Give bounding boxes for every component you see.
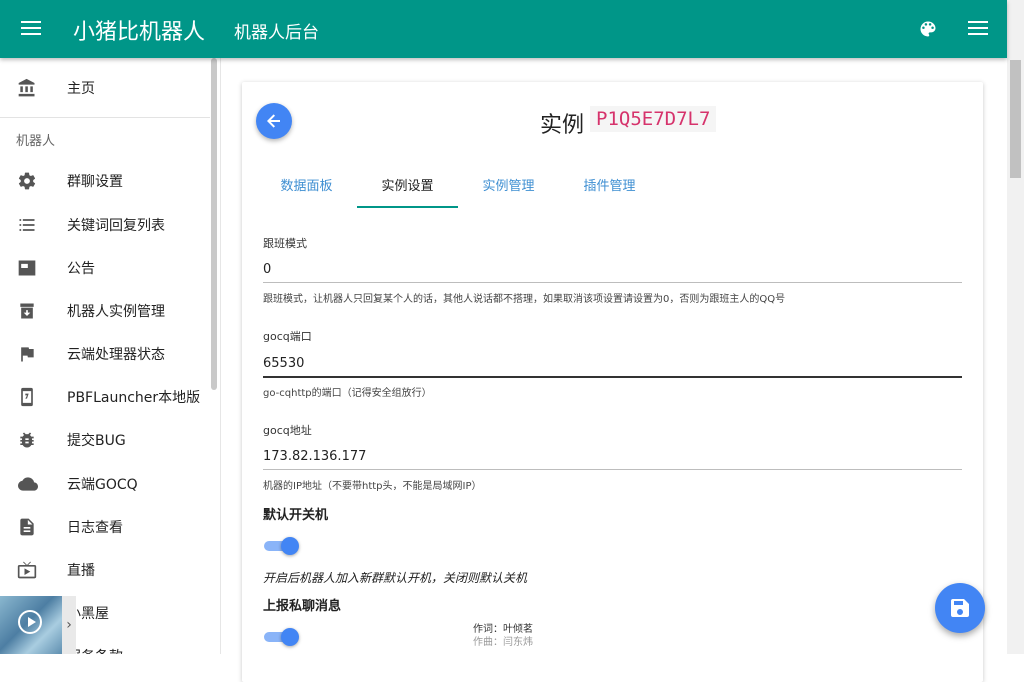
default-power-title: 默认开关机 <box>263 508 329 523</box>
media-player-thumbnail[interactable] <box>0 596 62 654</box>
menu-icon[interactable] <box>21 18 41 38</box>
app-bar: 小猪比机器人 机器人后台 <box>0 0 1007 58</box>
sidebar-item-label: 群聊设置 <box>67 174 123 190</box>
sidebar-item-keyword-replies[interactable]: 关键词回复列表 <box>0 203 210 246</box>
sidebar-divider <box>0 117 210 118</box>
gocq-port-hint: go-cqhttp的端口（记得安全组放行） <box>263 388 432 399</box>
sidebar-item-label: 公告 <box>67 261 95 277</box>
sidebar-item-live[interactable]: 直播 <box>0 548 210 591</box>
sidebar-item-label: 直播 <box>67 563 95 579</box>
bug-icon <box>17 430 37 450</box>
page-scrollbar[interactable] <box>1007 0 1024 654</box>
cloud-icon <box>17 474 38 494</box>
sidebar-item-cloud-processor[interactable]: 云端处理器状态 <box>0 332 210 375</box>
options-menu-icon[interactable] <box>968 18 988 38</box>
toggle-knob <box>281 537 299 555</box>
save-button[interactable] <box>935 583 985 633</box>
sidebar-item-announcement[interactable]: 公告 <box>0 246 210 289</box>
save-icon <box>951 599 969 617</box>
flag-icon <box>17 344 37 364</box>
gocq-port-input[interactable] <box>263 350 962 378</box>
follow-mode-label: 跟班模式 <box>263 237 307 250</box>
sidebar-item-label: 机器人实例管理 <box>67 304 165 320</box>
gocq-port-label: gocq端口 <box>263 330 312 343</box>
sidebar-section-label: 机器人 <box>16 134 56 149</box>
tab-plugin-management[interactable]: 插件管理 <box>559 172 660 208</box>
sidebar-item-label: 云端处理器状态 <box>67 347 165 363</box>
list-icon <box>17 215 37 235</box>
gear-icon <box>17 171 37 191</box>
back-button[interactable] <box>256 103 292 139</box>
sidebar-item-label: 主页 <box>67 81 95 97</box>
sidebar-item-pbflauncher[interactable]: PBFLauncher本地版 <box>0 375 210 418</box>
tab-instance-settings[interactable]: 实例设置 <box>357 172 458 208</box>
page-scrollbar-thumb[interactable] <box>1010 60 1021 178</box>
instance-id-badge: P1Q5E7D7L7 <box>590 106 717 132</box>
gocq-address-hint: 机器的IP地址（不要带http头，不能是局域网IP） <box>263 481 482 492</box>
report-private-title: 上报私聊消息 <box>263 599 342 614</box>
announcement-icon <box>17 258 37 278</box>
sidebar-item-label: 关键词回复列表 <box>67 218 165 234</box>
default-power-toggle[interactable] <box>264 537 299 555</box>
phone-icon <box>17 387 37 407</box>
tab-bar: 数据面板 实例设置 实例管理 插件管理 <box>256 172 966 208</box>
sidebar: 主页 机器人 群聊设置 关键词回复列表 公告 机器人实例管理 云端处理器状态 P… <box>0 58 221 654</box>
follow-mode-input[interactable] <box>263 256 962 283</box>
follow-mode-hint: 跟班模式，让机器人只回复某个人的话，其他人说话都不搭理，如果取消该项设置请设置为… <box>263 294 786 305</box>
sidebar-item-cloud-gocq[interactable]: 云端GOCQ <box>0 462 210 505</box>
sidebar-item-label: 提交BUG <box>67 433 126 449</box>
document-icon <box>17 517 37 537</box>
page-title: 实例 <box>540 113 585 138</box>
app-subtitle: 机器人后台 <box>234 23 319 43</box>
tab-instance-management[interactable]: 实例管理 <box>458 172 559 208</box>
arrow-left-icon <box>267 114 280 128</box>
report-private-toggle[interactable] <box>264 628 299 646</box>
tab-data-panel[interactable]: 数据面板 <box>256 172 357 208</box>
sidebar-item-submit-bug[interactable]: 提交BUG <box>0 418 210 461</box>
sidebar-item-group-settings[interactable]: 群聊设置 <box>0 159 210 202</box>
app-title[interactable]: 小猪比机器人 <box>73 14 205 46</box>
gocq-address-label: gocq地址 <box>263 424 312 437</box>
sidebar-item-log-viewer[interactable]: 日志查看 <box>0 505 210 548</box>
sidebar-item-label: 日志查看 <box>67 520 123 536</box>
palette-icon[interactable] <box>918 19 938 39</box>
sidebar-item-instance-management[interactable]: 机器人实例管理 <box>0 289 210 332</box>
gocq-address-input[interactable] <box>263 443 962 470</box>
archive-icon <box>17 301 37 321</box>
sidebar-item-label: 云端GOCQ <box>67 477 138 493</box>
tv-icon <box>17 560 37 580</box>
bank-icon <box>17 78 37 98</box>
toggle-knob <box>281 628 299 646</box>
sidebar-item-label: PBFLauncher本地版 <box>67 390 201 406</box>
sidebar-scrollbar[interactable] <box>211 58 217 390</box>
play-icon[interactable] <box>18 610 42 634</box>
sidebar-item-home[interactable]: 主页 <box>0 66 210 109</box>
chevron-right-icon[interactable]: › <box>62 596 76 654</box>
default-power-description: 开启后机器人加入新群默认开机，关闭则默认关机 <box>263 571 528 585</box>
lyrics-line: 作曲：闫东炜 <box>473 637 533 648</box>
